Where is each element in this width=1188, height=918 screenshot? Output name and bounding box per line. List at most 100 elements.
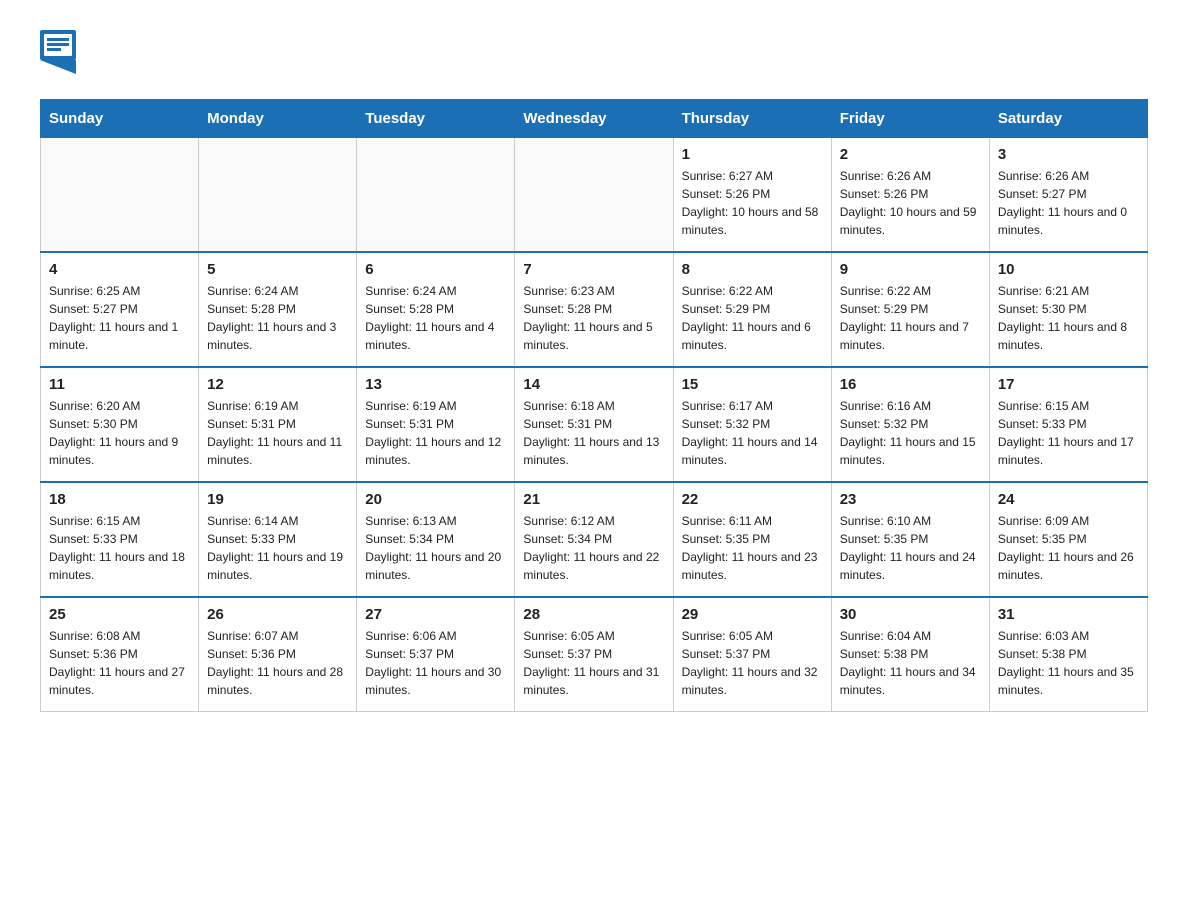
day-number: 30 (840, 606, 981, 623)
day-number: 1 (682, 146, 823, 163)
day-number: 9 (840, 261, 981, 278)
day-cell: 29 Sunrise: 6:05 AMSunset: 5:37 PMDayligh… (673, 597, 831, 712)
calendar-table: SundayMondayTuesdayWednesdayThursdayFrid… (40, 99, 1148, 712)
week-row-2: 4Sunrise: 6:25 AMSunset: 5:27 PMDaylight… (41, 252, 1148, 367)
sun-info: Sunrise: 6:24 AMSunset: 5:28 PMDaylight:… (207, 282, 348, 354)
day-number: 19 (207, 491, 348, 508)
day-cell: 13 Sunrise: 6:19 AMSunset: 5:31 PMDayligh… (357, 367, 515, 482)
sun-info: Sunrise: 6:05 AMSunset: 5:37 PMDaylight:… (523, 627, 664, 699)
day-number: 26 (207, 606, 348, 623)
sun-info: Sunrise: 6:15 AMSunset: 5:33 PMDaylight:… (49, 512, 190, 584)
day-cell: 27 Sunrise: 6:06 AMSunset: 5:37 PMDayligh… (357, 597, 515, 712)
sun-info: Sunrise: 6:17 AMSunset: 5:32 PMDaylight:… (682, 397, 823, 469)
sun-info: Sunrise: 6:26 AMSunset: 5:26 PMDaylight:… (840, 167, 981, 239)
day-cell: 31Sunrise: 6:03 AMSunset: 5:38 PMDayligh… (989, 597, 1147, 712)
column-header-monday: Monday (199, 100, 357, 138)
day-cell (515, 138, 673, 253)
day-cell: 30 Sunrise: 6:04 AMSunset: 5:38 PMDayligh… (831, 597, 989, 712)
sun-info: Sunrise: 6:14 AMSunset: 5:33 PMDaylight:… (207, 512, 348, 584)
calendar-body: 1 Sunrise: 6:27 AMSunset: 5:26 PMDaylight… (41, 138, 1148, 712)
day-number: 24 (998, 491, 1139, 508)
sun-info: Sunrise: 6:13 AMSunset: 5:34 PMDaylight:… (365, 512, 506, 584)
sun-info: Sunrise: 6:06 AMSunset: 5:37 PMDaylight:… (365, 627, 506, 699)
day-cell: 6 Sunrise: 6:24 AMSunset: 5:28 PMDaylight… (357, 252, 515, 367)
day-cell: 9 Sunrise: 6:22 AMSunset: 5:29 PMDaylight… (831, 252, 989, 367)
sun-info: Sunrise: 6:27 AMSunset: 5:26 PMDaylight:… (682, 167, 823, 239)
day-cell: 22 Sunrise: 6:11 AMSunset: 5:35 PMDayligh… (673, 482, 831, 597)
sun-info: Sunrise: 6:09 AMSunset: 5:35 PMDaylight:… (998, 512, 1139, 584)
day-cell: 24 Sunrise: 6:09 AMSunset: 5:35 PMDayligh… (989, 482, 1147, 597)
day-cell: 4Sunrise: 6:25 AMSunset: 5:27 PMDaylight… (41, 252, 199, 367)
day-number: 31 (998, 606, 1139, 623)
sun-info: Sunrise: 6:21 AMSunset: 5:30 PMDaylight:… (998, 282, 1139, 354)
day-cell: 12 Sunrise: 6:19 AMSunset: 5:31 PMDayligh… (199, 367, 357, 482)
day-number: 22 (682, 491, 823, 508)
day-number: 28 (523, 606, 664, 623)
day-number: 16 (840, 376, 981, 393)
day-number: 6 (365, 261, 506, 278)
column-header-friday: Friday (831, 100, 989, 138)
header-row: SundayMondayTuesdayWednesdayThursdayFrid… (41, 100, 1148, 138)
day-number: 20 (365, 491, 506, 508)
day-cell: 20 Sunrise: 6:13 AMSunset: 5:34 PMDayligh… (357, 482, 515, 597)
day-cell: 11Sunrise: 6:20 AMSunset: 5:30 PMDayligh… (41, 367, 199, 482)
sun-info: Sunrise: 6:22 AMSunset: 5:29 PMDaylight:… (682, 282, 823, 354)
sun-info: Sunrise: 6:19 AMSunset: 5:31 PMDaylight:… (207, 397, 348, 469)
day-cell (41, 138, 199, 253)
day-number: 14 (523, 376, 664, 393)
sun-info: Sunrise: 6:04 AMSunset: 5:38 PMDaylight:… (840, 627, 981, 699)
column-header-tuesday: Tuesday (357, 100, 515, 138)
day-cell: 15 Sunrise: 6:17 AMSunset: 5:32 PMDayligh… (673, 367, 831, 482)
day-number: 29 (682, 606, 823, 623)
day-number: 18 (49, 491, 190, 508)
sun-info: Sunrise: 6:18 AMSunset: 5:31 PMDaylight:… (523, 397, 664, 469)
day-cell: 5 Sunrise: 6:24 AMSunset: 5:28 PMDaylight… (199, 252, 357, 367)
week-row-1: 1 Sunrise: 6:27 AMSunset: 5:26 PMDaylight… (41, 138, 1148, 253)
week-row-5: 25Sunrise: 6:08 AMSunset: 5:36 PMDayligh… (41, 597, 1148, 712)
sun-info: Sunrise: 6:26 AMSunset: 5:27 PMDaylight:… (998, 167, 1139, 239)
day-cell: 21 Sunrise: 6:12 AMSunset: 5:34 PMDayligh… (515, 482, 673, 597)
sun-info: Sunrise: 6:23 AMSunset: 5:28 PMDaylight:… (523, 282, 664, 354)
day-cell (199, 138, 357, 253)
day-number: 27 (365, 606, 506, 623)
sun-info: Sunrise: 6:05 AMSunset: 5:37 PMDaylight:… (682, 627, 823, 699)
day-cell: 7Sunrise: 6:23 AMSunset: 5:28 PMDaylight… (515, 252, 673, 367)
sun-info: Sunrise: 6:25 AMSunset: 5:27 PMDaylight:… (49, 282, 190, 354)
sun-info: Sunrise: 6:07 AMSunset: 5:36 PMDaylight:… (207, 627, 348, 699)
day-cell: 8 Sunrise: 6:22 AMSunset: 5:29 PMDaylight… (673, 252, 831, 367)
day-number: 21 (523, 491, 664, 508)
day-cell: 10 Sunrise: 6:21 AMSunset: 5:30 PMDayligh… (989, 252, 1147, 367)
day-number: 2 (840, 146, 981, 163)
calendar-header: SundayMondayTuesdayWednesdayThursdayFrid… (41, 100, 1148, 138)
day-cell: 23 Sunrise: 6:10 AMSunset: 5:35 PMDayligh… (831, 482, 989, 597)
logo (40, 30, 80, 79)
page-header (40, 30, 1148, 79)
week-row-4: 18 Sunrise: 6:15 AMSunset: 5:33 PMDayligh… (41, 482, 1148, 597)
column-header-sunday: Sunday (41, 100, 199, 138)
day-cell (357, 138, 515, 253)
sun-info: Sunrise: 6:15 AMSunset: 5:33 PMDaylight:… (998, 397, 1139, 469)
day-number: 23 (840, 491, 981, 508)
day-number: 12 (207, 376, 348, 393)
day-cell: 1 Sunrise: 6:27 AMSunset: 5:26 PMDaylight… (673, 138, 831, 253)
day-number: 8 (682, 261, 823, 278)
day-number: 10 (998, 261, 1139, 278)
sun-info: Sunrise: 6:24 AMSunset: 5:28 PMDaylight:… (365, 282, 506, 354)
day-cell: 26 Sunrise: 6:07 AMSunset: 5:36 PMDayligh… (199, 597, 357, 712)
day-cell: 18 Sunrise: 6:15 AMSunset: 5:33 PMDayligh… (41, 482, 199, 597)
sun-info: Sunrise: 6:12 AMSunset: 5:34 PMDaylight:… (523, 512, 664, 584)
sun-info: Sunrise: 6:08 AMSunset: 5:36 PMDaylight:… (49, 627, 190, 699)
sun-info: Sunrise: 6:19 AMSunset: 5:31 PMDaylight:… (365, 397, 506, 469)
day-cell: 2 Sunrise: 6:26 AMSunset: 5:26 PMDaylight… (831, 138, 989, 253)
day-number: 5 (207, 261, 348, 278)
day-number: 13 (365, 376, 506, 393)
sun-info: Sunrise: 6:11 AMSunset: 5:35 PMDaylight:… (682, 512, 823, 584)
day-cell: 28 Sunrise: 6:05 AMSunset: 5:37 PMDayligh… (515, 597, 673, 712)
sun-info: Sunrise: 6:10 AMSunset: 5:35 PMDaylight:… (840, 512, 981, 584)
day-number: 15 (682, 376, 823, 393)
day-number: 11 (49, 376, 190, 393)
sun-info: Sunrise: 6:22 AMSunset: 5:29 PMDaylight:… (840, 282, 981, 354)
column-header-saturday: Saturday (989, 100, 1147, 138)
logo-graphic (40, 30, 76, 79)
column-header-thursday: Thursday (673, 100, 831, 138)
